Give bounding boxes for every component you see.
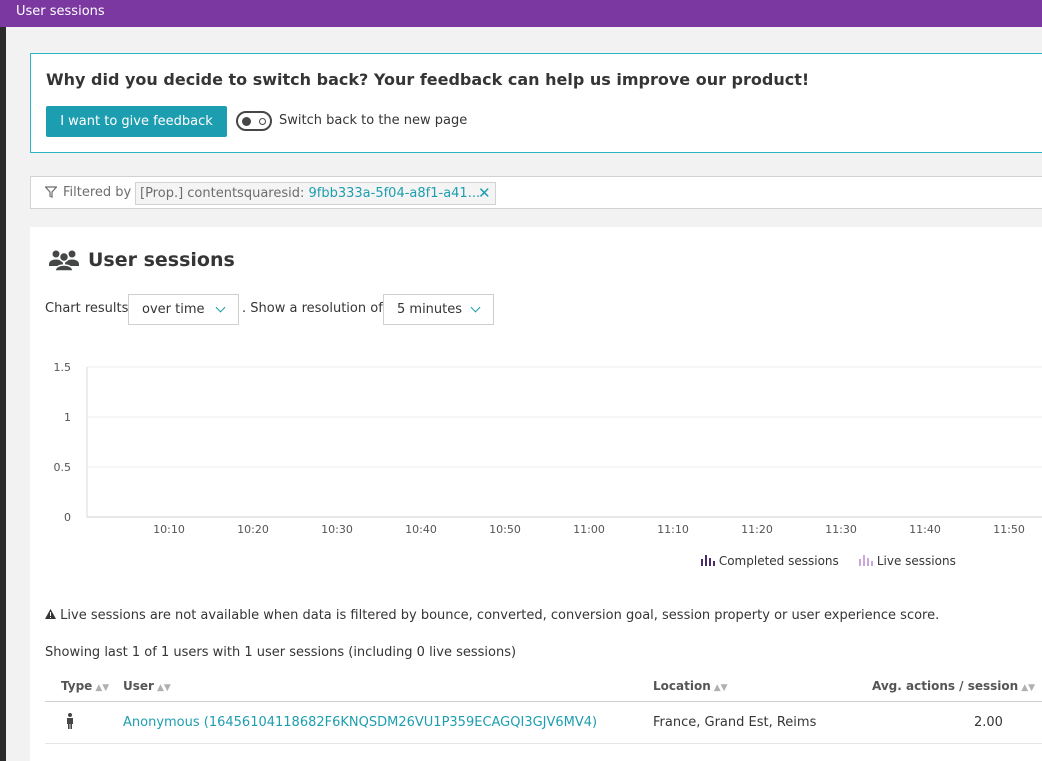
column-header-location[interactable]: Location ▲▼ bbox=[653, 679, 728, 693]
panel-title: User sessions bbox=[88, 249, 235, 271]
x-tick-label: 10:50 bbox=[489, 523, 521, 536]
y-tick-label: 1.5 bbox=[54, 361, 72, 374]
column-header-user[interactable]: User ▲▼ bbox=[123, 679, 171, 693]
location-cell: France, Grand Est, Reims bbox=[653, 715, 817, 730]
legend-completed-label: Completed sessions bbox=[718, 554, 839, 568]
x-tick-label: 11:30 bbox=[825, 523, 857, 536]
toggle-off-indicator bbox=[259, 118, 266, 125]
x-tick-label: 11:10 bbox=[657, 523, 689, 536]
user-sessions-panel: User sessions Chart results over time . … bbox=[30, 227, 1042, 761]
legend-completed: Completed sessions bbox=[701, 554, 839, 568]
sessions-chart: 1.5 1 0.5 0 10:10 10:20 10:30 10:40 10:50 11:00 11… bbox=[54, 361, 1042, 536]
chart-mode-select[interactable]: over time bbox=[128, 294, 239, 325]
filter-chip[interactable]: [Prop.] contentsquaresid: 9fbb333a-5f04-… bbox=[135, 182, 496, 205]
chevron-down-icon bbox=[215, 302, 226, 313]
x-tick-label: 10:40 bbox=[405, 523, 437, 536]
left-strip bbox=[0, 27, 6, 761]
feedback-box: Why did you decide to switch back? Your … bbox=[30, 53, 1042, 153]
user-link[interactable]: Anonymous (16456104118682F6KNQSDM26VU1P3… bbox=[123, 715, 597, 730]
x-tick-label: 10:10 bbox=[153, 523, 185, 536]
sort-icon: ▲▼ bbox=[1021, 683, 1036, 693]
sort-icon: ▲▼ bbox=[713, 683, 728, 693]
warning-text: Live sessions are not available when dat… bbox=[60, 608, 940, 623]
x-tick-label: 11:40 bbox=[909, 523, 941, 536]
filter-icon bbox=[45, 186, 57, 198]
chevron-down-icon bbox=[470, 302, 481, 313]
filter-label: Filtered by bbox=[63, 185, 132, 200]
filter-chip-value: 9fbb333a-5f04-a8f1-a41... bbox=[308, 186, 481, 201]
chart-mode-value: over time bbox=[142, 302, 205, 317]
avg-actions-cell: 2.00 bbox=[974, 715, 1003, 730]
toggle-knob bbox=[242, 117, 251, 126]
x-tick-label: 11:00 bbox=[573, 523, 605, 536]
top-bar-title: User sessions bbox=[16, 4, 105, 19]
top-bar: User sessions bbox=[0, 0, 1042, 27]
resolution-select[interactable]: 5 minutes bbox=[383, 294, 494, 325]
filter-chip-key: [Prop.] contentsquaresid: bbox=[140, 186, 305, 201]
sort-icon: ▲▼ bbox=[156, 683, 171, 693]
table-row: Anonymous (16456104118682F6KNQSDM26VU1P3… bbox=[45, 702, 1042, 744]
filter-bar: Filtered by [Prop.] contentsquaresid: 9f… bbox=[30, 176, 1042, 209]
x-tick-label: 10:20 bbox=[237, 523, 269, 536]
resolution-label: . Show a resolution of bbox=[242, 301, 383, 316]
remove-filter-icon[interactable]: ✕ bbox=[478, 183, 491, 204]
x-tick-label: 10:30 bbox=[321, 523, 353, 536]
y-tick-label: 1 bbox=[64, 411, 71, 424]
switch-back-toggle[interactable] bbox=[236, 111, 272, 131]
bar-chart-icon bbox=[701, 555, 715, 566]
column-header-type[interactable]: Type ▲▼ bbox=[61, 679, 109, 693]
resolution-value: 5 minutes bbox=[397, 302, 463, 317]
y-tick-label: 0 bbox=[64, 511, 71, 524]
person-icon bbox=[66, 713, 74, 733]
users-group-icon bbox=[49, 250, 79, 272]
bar-chart-icon bbox=[859, 555, 873, 566]
legend-live-label: Live sessions bbox=[876, 554, 956, 568]
warning-icon bbox=[45, 609, 56, 619]
chart-results-label: Chart results bbox=[45, 301, 129, 316]
feedback-question: Why did you decide to switch back? Your … bbox=[46, 70, 810, 89]
table-header: Type ▲▼ User ▲▼ Location ▲▼ Avg. actions / … bbox=[45, 672, 1042, 702]
x-tick-label: 11:20 bbox=[741, 523, 773, 536]
x-tick-label: 11:50 bbox=[993, 523, 1025, 536]
showing-summary: Showing last 1 of 1 users with 1 user se… bbox=[45, 645, 517, 660]
y-tick-label: 0.5 bbox=[54, 461, 72, 474]
sort-icon: ▲▼ bbox=[95, 683, 110, 693]
give-feedback-button[interactable]: I want to give feedback bbox=[46, 106, 227, 137]
toggle-label: Switch back to the new page bbox=[279, 113, 468, 128]
legend-live: Live sessions bbox=[859, 554, 956, 568]
live-sessions-warning: Live sessions are not available when dat… bbox=[45, 608, 939, 623]
column-header-avg-actions[interactable]: Avg. actions / session ▲▼ bbox=[872, 679, 1035, 693]
